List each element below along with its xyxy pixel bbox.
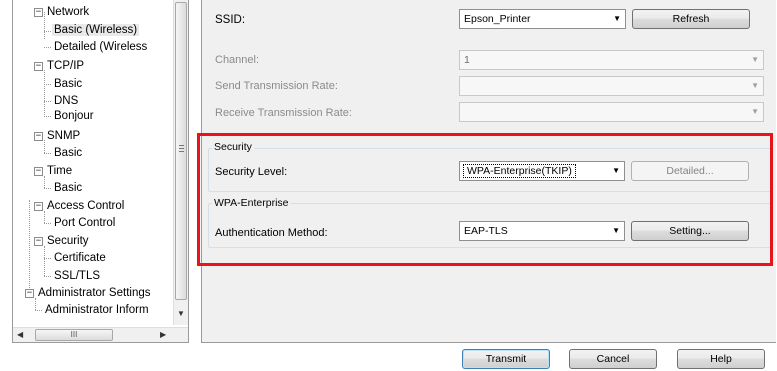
- collapse-icon[interactable]: −: [34, 8, 43, 17]
- wpa-enterprise-group-title: WPA-Enterprise: [212, 197, 291, 209]
- security-group-title: Security: [212, 141, 254, 153]
- setting-button[interactable]: Setting...: [631, 221, 749, 241]
- tree-item-label: Basic (Wireless): [52, 24, 140, 36]
- security-level-combobox[interactable]: WPA-Enterprise(TKIP) ▼: [459, 161, 625, 181]
- authentication-method-combobox[interactable]: EAP-TLS ▼: [459, 221, 625, 241]
- channel-label: Channel:: [215, 54, 260, 66]
- ssid-combobox[interactable]: Epson_Printer ▼: [459, 9, 626, 29]
- send-rate-label: Send Transmission Rate:: [215, 80, 338, 92]
- tree-item-label: Bonjour: [54, 110, 94, 122]
- tree-item-label: TCP/IP: [47, 60, 85, 72]
- refresh-button[interactable]: Refresh: [632, 9, 750, 29]
- tree-item-tcpip[interactable]: − TCP/IP: [34, 58, 86, 74]
- channel-value: 1: [464, 54, 470, 66]
- tree-vertical-scrollbar[interactable]: ▼: [173, 0, 188, 325]
- tree-horizontal-scrollbar[interactable]: ◀ III ▶: [13, 327, 188, 342]
- chevron-down-icon[interactable]: ▼: [612, 162, 620, 180]
- security-level-label: Security Level:: [215, 166, 288, 178]
- tree-item-label: Basic: [54, 147, 83, 159]
- tree-item-label: Port Control: [54, 217, 116, 229]
- tree-item-label: Basic: [54, 78, 83, 90]
- scroll-down-arrow-icon[interactable]: ▼: [177, 309, 185, 318]
- authentication-method-value: EAP-TLS: [464, 225, 508, 237]
- tree-item-snmp[interactable]: − SNMP: [34, 128, 82, 144]
- channel-combobox[interactable]: 1 ▼: [459, 50, 764, 70]
- tree-item-certificate[interactable]: Certificate: [52, 250, 108, 266]
- tree-item-ssl-tls[interactable]: SSL/TLS: [52, 268, 102, 284]
- tree-item-label: Basic: [54, 182, 83, 194]
- ssid-value: Epson_Printer: [464, 13, 531, 25]
- collapse-icon[interactable]: −: [34, 202, 43, 211]
- tree-item-detailed-wireless[interactable]: Detailed (Wireless: [52, 39, 149, 55]
- tree-item-snmp-basic[interactable]: Basic: [52, 145, 84, 161]
- scroll-right-arrow-icon[interactable]: ▶: [160, 330, 166, 339]
- tree-item-label: Detailed (Wireless: [54, 41, 148, 53]
- receive-rate-label: Receive Transmission Rate:: [215, 107, 352, 119]
- collapse-icon[interactable]: −: [34, 167, 43, 176]
- chevron-down-icon[interactable]: ▼: [751, 51, 759, 69]
- tree-item-security[interactable]: − Security: [34, 233, 91, 249]
- tree-item-access-control[interactable]: − Access Control: [34, 198, 126, 214]
- tree-item-basic-wireless[interactable]: Basic (Wireless): [52, 22, 140, 38]
- tree-item-label: Administrator Inform: [45, 304, 149, 316]
- scroll-left-arrow-icon[interactable]: ◀: [17, 330, 23, 339]
- collapse-icon[interactable]: −: [34, 237, 43, 246]
- send-rate-combobox[interactable]: ▼: [459, 76, 764, 96]
- settings-tree[interactable]: − Network Basic (Wireless) Detailed (Wire…: [12, 0, 189, 343]
- chevron-down-icon[interactable]: ▼: [751, 77, 759, 95]
- detailed-button[interactable]: Detailed...: [631, 161, 749, 181]
- tree-item-label: DNS: [54, 95, 79, 107]
- tree-item-time[interactable]: − Time: [34, 163, 74, 179]
- tree-item-tcpip-basic[interactable]: Basic: [52, 76, 84, 92]
- tree-item-label: Network: [47, 6, 90, 18]
- tree-item-label: Administrator Settings: [38, 287, 151, 299]
- chevron-down-icon[interactable]: ▼: [613, 10, 621, 28]
- tree-item-label: SSL/TLS: [54, 270, 101, 282]
- chevron-down-icon[interactable]: ▼: [612, 222, 620, 240]
- transmit-button[interactable]: Transmit: [462, 349, 550, 369]
- collapse-icon[interactable]: −: [34, 62, 43, 71]
- ssid-label: SSID:: [215, 14, 246, 26]
- tree-vertical-scroll-thumb[interactable]: [175, 2, 187, 300]
- tree-item-port-control[interactable]: Port Control: [52, 215, 117, 231]
- cancel-button[interactable]: Cancel: [569, 349, 657, 369]
- tree-item-network[interactable]: − Network: [34, 4, 91, 20]
- tree-item-label: SNMP: [47, 130, 81, 142]
- tree-item-administrator-information[interactable]: Administrator Inform: [43, 302, 151, 318]
- tree-horizontal-scroll-thumb[interactable]: III: [35, 329, 113, 341]
- tree-item-administrator-settings[interactable]: − Administrator Settings: [25, 285, 153, 301]
- authentication-method-label: Authentication Method:: [215, 227, 328, 239]
- collapse-icon[interactable]: −: [25, 289, 34, 298]
- tree-item-label: Certificate: [54, 252, 106, 264]
- receive-rate-combobox[interactable]: ▼: [459, 102, 764, 122]
- tree-item-time-basic[interactable]: Basic: [52, 180, 84, 196]
- collapse-icon[interactable]: −: [34, 132, 43, 141]
- tree-item-label: Time: [47, 165, 73, 177]
- chevron-down-icon[interactable]: ▼: [751, 103, 759, 121]
- tree-item-bonjour[interactable]: Bonjour: [52, 108, 96, 124]
- help-button[interactable]: Help: [677, 349, 765, 369]
- settings-panel: SSID: Epson_Printer ▼ Refresh Channel: 1…: [201, 0, 776, 343]
- tree-item-dns[interactable]: DNS: [52, 93, 80, 109]
- tree-item-label: Access Control: [47, 200, 125, 212]
- security-level-value: WPA-Enterprise(TKIP): [463, 164, 576, 178]
- tree-item-label: Security: [47, 235, 89, 247]
